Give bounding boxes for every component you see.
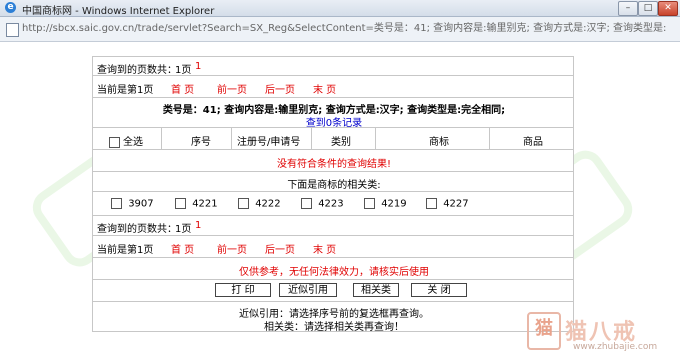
hint-related: 相关类：请选择相关类再查询！ xyxy=(264,322,404,333)
page-content: 查询到的页数共： 1页 1 当前是第1页 首 页 前一页 后一页 末 页 类号是… xyxy=(0,42,680,360)
related-label-row: 下面是商标的相关类: xyxy=(92,172,574,192)
header-trademark: 商标 xyxy=(429,137,449,148)
related-class-checkbox[interactable] xyxy=(175,198,186,209)
footer-page-count-row: 查询到的页数共： 1页 1 xyxy=(92,216,574,236)
window-title: 中国商标网 - Windows Internet Explorer xyxy=(22,6,215,17)
record-count: 查到0条记录 xyxy=(305,118,363,129)
footer-first-page-link[interactable]: 首 页 xyxy=(171,241,194,256)
footer-current-page-label: 当前是第1页 xyxy=(97,245,154,256)
select-all-label: 全选 xyxy=(123,137,143,148)
minimize-button[interactable]: – xyxy=(618,1,638,16)
related-class-checkbox[interactable] xyxy=(301,198,312,209)
related-class-checkbox[interactable] xyxy=(364,198,375,209)
ie-logo-icon: e xyxy=(5,2,16,13)
close-button[interactable]: 关 闭 xyxy=(411,283,467,297)
current-page-label: 当前是第1页 xyxy=(97,85,154,96)
url-field[interactable]: http://sbcx.saic.gov.cn/trade/servlet?Se… xyxy=(22,22,666,36)
close-window-button[interactable]: ✕ xyxy=(658,1,678,16)
related-class-item[interactable]: 4223 xyxy=(301,198,344,210)
footer-prev-page-link[interactable]: 前一页 xyxy=(217,241,247,256)
related-class-checkbox[interactable] xyxy=(238,198,249,209)
page-count-row: 查询到的页数共： 1页 1 xyxy=(92,56,574,76)
next-page-link[interactable]: 后一页 xyxy=(265,81,295,96)
results-table: 查询到的页数共： 1页 1 当前是第1页 首 页 前一页 后一页 末 页 类号是… xyxy=(92,56,574,333)
related-class-item[interactable]: 4221 xyxy=(175,198,218,210)
pagination-row: 当前是第1页 首 页 前一页 后一页 末 页 xyxy=(92,76,574,98)
maximize-button[interactable]: □ xyxy=(638,1,658,16)
header-goods: 商品 xyxy=(523,137,543,148)
no-results-message: 没有符合条件的查询结果! xyxy=(276,159,391,170)
query-summary-row: 类号是：41; 查询内容是:输里别克; 查询方式是:汉字; 查询类型是:完全相同… xyxy=(92,98,574,129)
page-count-number: 1 xyxy=(195,61,202,72)
similar-reference-button[interactable]: 近似引用 xyxy=(279,283,337,297)
no-results-row: 没有符合条件的查询结果! xyxy=(92,150,574,172)
select-all-checkbox[interactable] xyxy=(109,136,120,148)
related-class-checkbox[interactable] xyxy=(111,198,122,209)
address-bar: http://sbcx.saic.gov.cn/trade/servlet?Se… xyxy=(0,17,680,42)
related-classes-row: 3907 4221 4222 4223 4219 4227 xyxy=(92,192,574,216)
hints-row: 近似引用：请选择序号前的复选框再查询。 相关类：请选择相关类再查询！ xyxy=(92,302,574,333)
table-header-row: 全选 序号 注册号/申请号 类别 商标 商品 xyxy=(92,128,574,150)
window-titlebar: e 中国商标网 - Windows Internet Explorer – □ … xyxy=(0,0,680,17)
disclaimer-text: 仅供参考，无任何法律效力，请核实后使用 xyxy=(239,267,429,278)
prev-page-link[interactable]: 前一页 xyxy=(217,81,247,96)
footer-last-page-link[interactable]: 末 页 xyxy=(313,241,336,256)
footer-page-count-number: 1 xyxy=(195,220,202,231)
related-class-item[interactable]: 4227 xyxy=(426,198,469,210)
page-icon xyxy=(6,23,19,37)
action-buttons-row: 打 印 近似引用 相关类 关 闭 xyxy=(92,280,574,302)
header-reg-no: 注册号/申请号 xyxy=(237,137,301,148)
seal-logo: 猫 xyxy=(527,312,561,350)
header-class: 类别 xyxy=(331,137,351,148)
related-class-item[interactable]: 3907 xyxy=(111,198,154,210)
last-page-link[interactable]: 末 页 xyxy=(313,81,336,96)
header-serial: 序号 xyxy=(191,137,211,148)
brand-site: www.zhubajie.com xyxy=(573,342,658,352)
footer-page-count-value: 1页 xyxy=(175,224,192,235)
footer-page-count-label: 查询到的页数共： xyxy=(97,224,177,235)
related-class-item[interactable]: 4222 xyxy=(238,198,281,210)
related-class-checkbox[interactable] xyxy=(426,198,437,209)
select-all-checkbox-cell[interactable]: 全选 xyxy=(109,133,143,148)
footer-pagination-row: 当前是第1页 首 页 前一页 后一页 末 页 xyxy=(92,236,574,258)
page-count-label: 查询到的页数共： xyxy=(97,65,177,76)
related-class-item[interactable]: 4219 xyxy=(364,198,407,210)
page-count-value: 1页 xyxy=(175,65,192,76)
first-page-link[interactable]: 首 页 xyxy=(171,81,194,96)
related-classes-label: 下面是商标的相关类: xyxy=(287,180,381,191)
disclaimer-row: 仅供参考，无任何法律效力，请核实后使用 xyxy=(92,258,574,280)
related-classes-button[interactable]: 相关类 xyxy=(353,283,399,297)
footer-next-page-link[interactable]: 后一页 xyxy=(265,241,295,256)
print-button[interactable]: 打 印 xyxy=(215,283,271,297)
brand-watermark: 猫 猫八戒 www.zhubajie.com xyxy=(527,312,677,356)
